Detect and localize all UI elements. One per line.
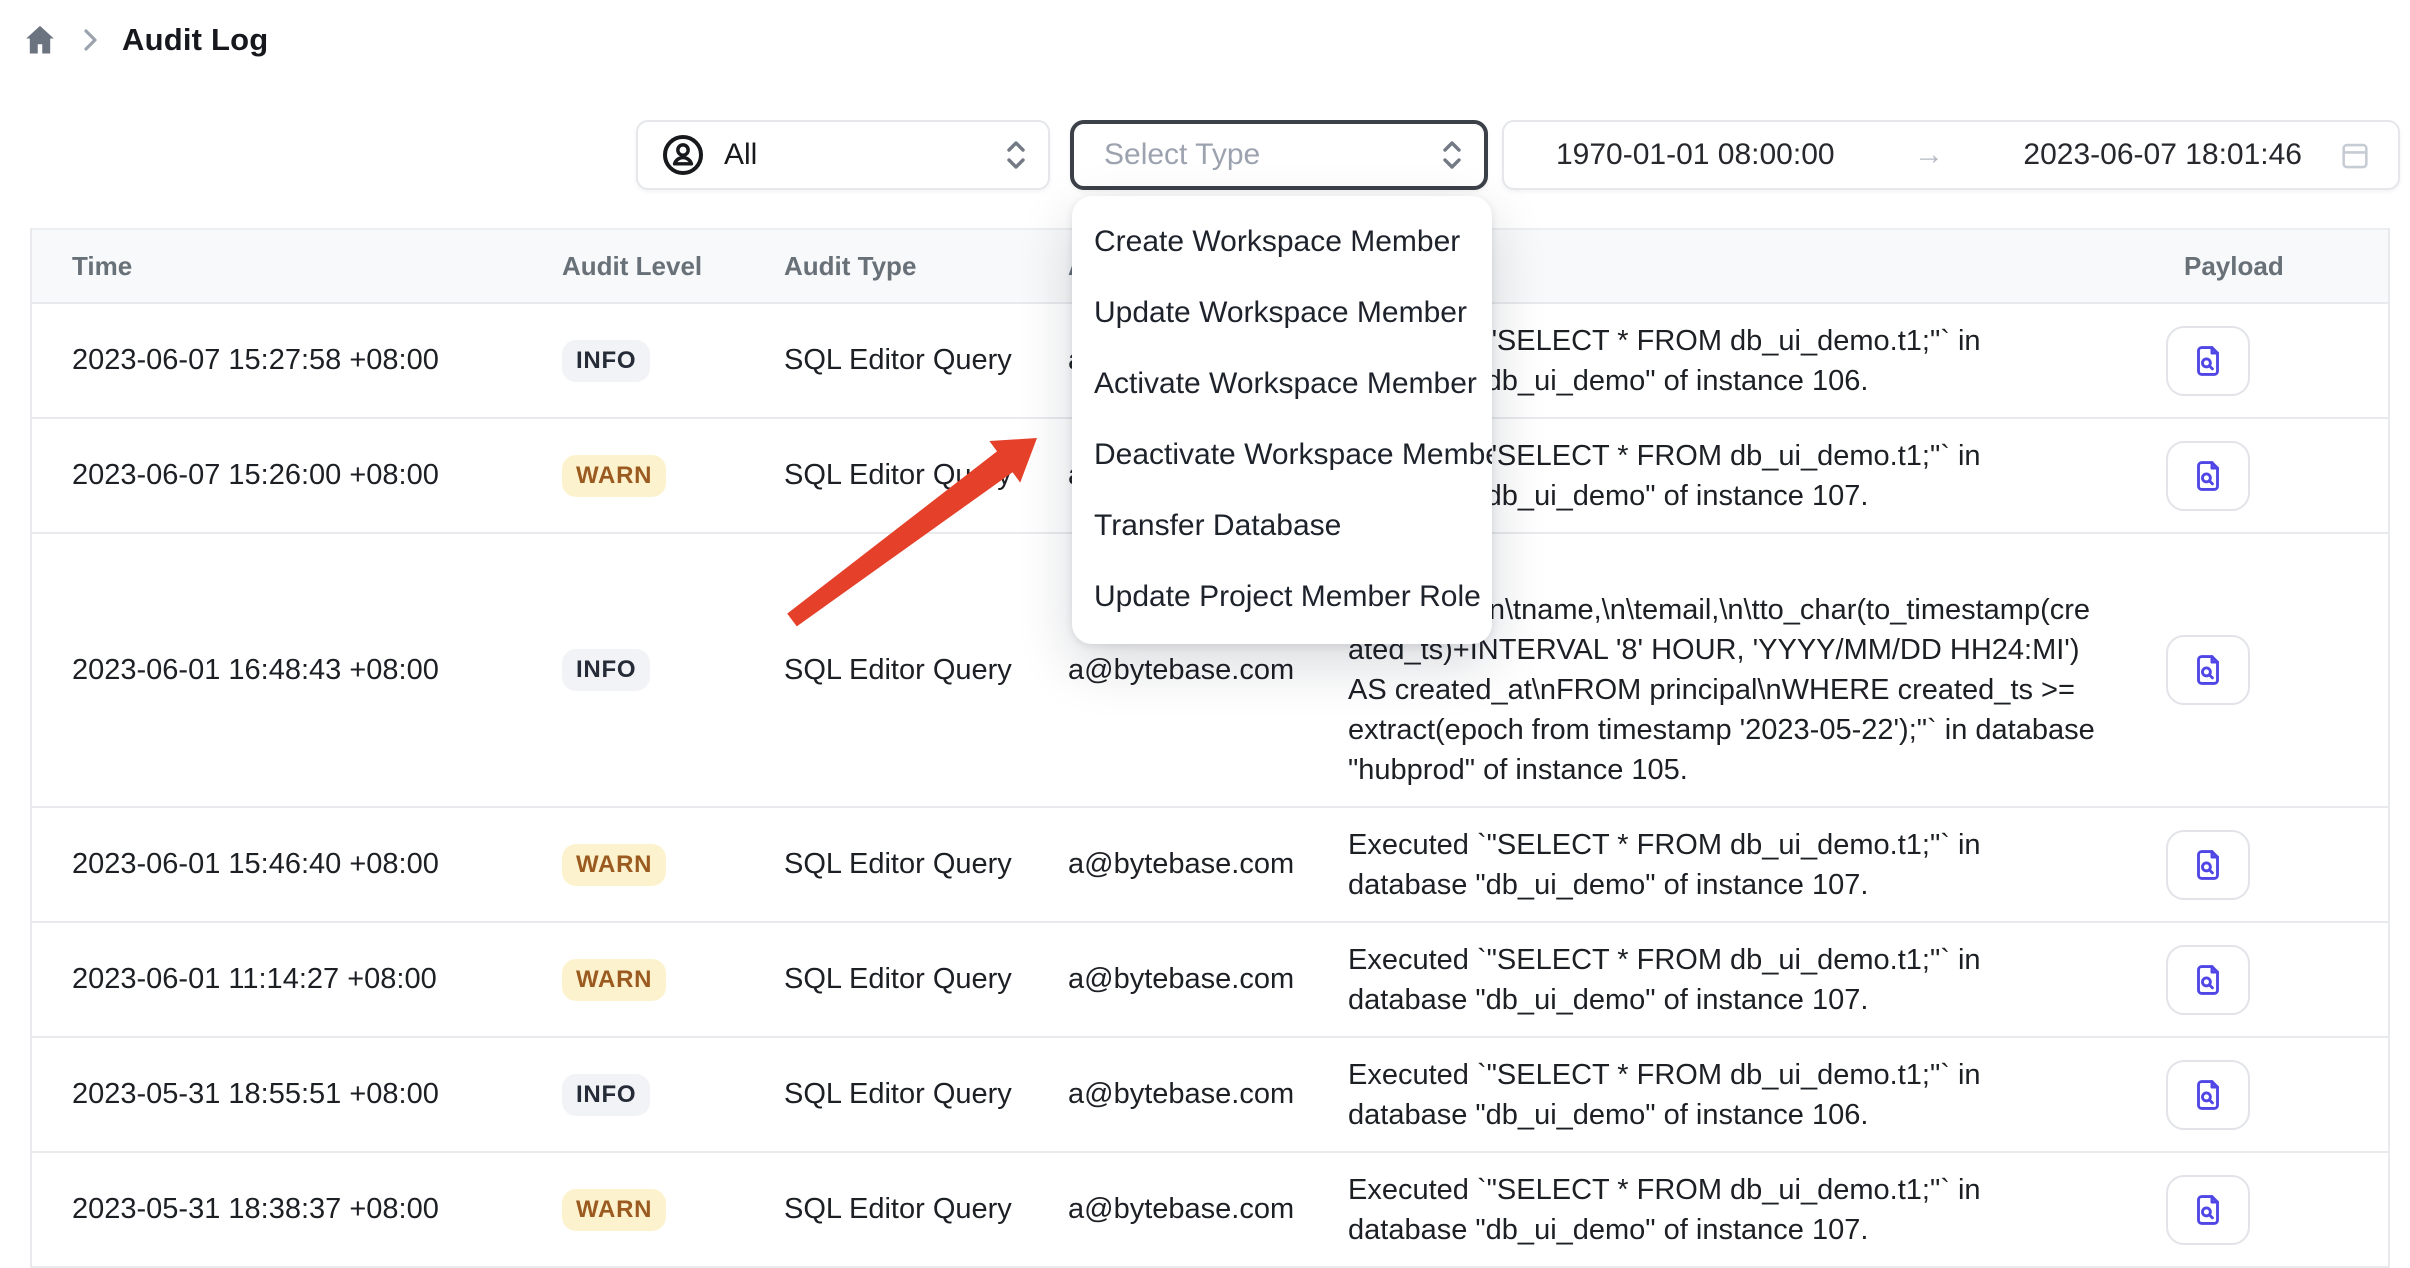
view-payload-button[interactable]: [2166, 441, 2250, 511]
cell-comment: Executed `"SELECT * FROM db_ui_demo.t1;"…: [1348, 809, 2118, 921]
view-payload-button[interactable]: [2166, 326, 2250, 396]
view-payload-button[interactable]: [2166, 635, 2250, 705]
cell-audit-type: SQL Editor Query: [784, 459, 1068, 492]
cell-actor: a@bytebase.com: [1068, 848, 1348, 881]
cell-time: 2023-05-31 18:38:37 +08:00: [72, 1193, 562, 1226]
view-payload-button[interactable]: [2166, 1060, 2250, 1130]
cell-payload: [2118, 945, 2388, 1015]
cell-payload: [2118, 1060, 2388, 1130]
document-search-icon: [2189, 342, 2227, 380]
cell-level: INFO: [562, 1074, 784, 1116]
col-header-payload: Payload: [2118, 251, 2388, 282]
menu-item-deactivate-workspace-member[interactable]: Deactivate Workspace Member: [1072, 419, 1492, 490]
cell-audit-type: SQL Editor Query: [784, 963, 1068, 996]
col-header-time: Time: [72, 251, 562, 282]
date-range-start[interactable]: 1970-01-01 08:00:00: [1556, 138, 1835, 172]
page-title: Audit Log: [122, 22, 268, 58]
cell-time: 2023-06-07 15:27:58 +08:00: [72, 344, 562, 377]
cell-time: 2023-05-31 18:55:51 +08:00: [72, 1078, 562, 1111]
view-payload-button[interactable]: [2166, 1175, 2250, 1245]
audit-level-badge: WARN: [562, 959, 666, 1001]
cell-level: INFO: [562, 340, 784, 382]
date-range-end[interactable]: 2023-06-07 18:01:46: [2023, 138, 2302, 172]
cell-actor: a@bytebase.com: [1068, 654, 1348, 687]
cell-level: INFO: [562, 649, 784, 691]
cell-level: WARN: [562, 1189, 784, 1231]
document-search-icon: [2189, 457, 2227, 495]
cell-level: WARN: [562, 959, 784, 1001]
cell-audit-type: SQL Editor Query: [784, 344, 1068, 377]
audit-level-badge: INFO: [562, 649, 650, 691]
cell-comment: Executed `"SELECT * FROM db_ui_demo.t1;"…: [1348, 924, 2118, 1036]
calendar-icon[interactable]: [2338, 138, 2372, 172]
type-filter-select[interactable]: Select Type: [1070, 120, 1488, 190]
breadcrumb: Audit Log: [22, 22, 268, 58]
menu-item-update-workspace-member[interactable]: Update Workspace Member: [1072, 277, 1492, 348]
view-payload-button[interactable]: [2166, 830, 2250, 900]
cell-comment: Executed `"SELECT * FROM db_ui_demo.t1;"…: [1348, 1039, 2118, 1151]
cell-payload: [2118, 635, 2388, 705]
home-icon[interactable]: [22, 22, 58, 58]
cell-actor: a@bytebase.com: [1068, 963, 1348, 996]
view-payload-button[interactable]: [2166, 945, 2250, 1015]
audit-log-page: Audit Log All Select Type 1970-01-01 08:…: [0, 0, 2410, 1268]
chevron-updown-icon: [1004, 138, 1028, 172]
cell-payload: [2118, 1175, 2388, 1245]
table-row: 2023-05-31 18:55:51 +08:00 INFO SQL Edit…: [32, 1038, 2388, 1153]
user-icon: [660, 132, 706, 178]
document-search-icon: [2189, 1191, 2227, 1229]
cell-actor: a@bytebase.com: [1068, 1078, 1348, 1111]
document-search-icon: [2189, 961, 2227, 999]
cell-audit-type: SQL Editor Query: [784, 654, 1068, 687]
cell-payload: [2118, 830, 2388, 900]
audit-level-badge: INFO: [562, 340, 650, 382]
cell-time: 2023-06-01 11:14:27 +08:00: [72, 963, 562, 996]
type-filter-placeholder: Select Type: [1104, 138, 1440, 172]
table-row: 2023-06-01 11:14:27 +08:00 WARN SQL Edit…: [32, 923, 2388, 1038]
table-row: 2023-05-31 18:38:37 +08:00 WARN SQL Edit…: [32, 1153, 2388, 1268]
cell-payload: [2118, 326, 2388, 396]
menu-item-activate-workspace-member[interactable]: Activate Workspace Member: [1072, 348, 1492, 419]
cell-payload: [2118, 441, 2388, 511]
document-search-icon: [2189, 846, 2227, 884]
document-search-icon: [2189, 1076, 2227, 1114]
col-header-level: Audit Level: [562, 251, 784, 282]
menu-item-transfer-database[interactable]: Transfer Database: [1072, 490, 1492, 561]
user-filter-value: All: [724, 138, 986, 172]
user-filter-select[interactable]: All: [636, 120, 1050, 190]
audit-level-badge: WARN: [562, 844, 666, 886]
cell-actor: a@bytebase.com: [1068, 1193, 1348, 1226]
cell-time: 2023-06-07 15:26:00 +08:00: [72, 459, 562, 492]
document-search-icon: [2189, 651, 2227, 689]
menu-item-create-workspace-member[interactable]: Create Workspace Member: [1072, 206, 1492, 277]
cell-comment: Executed `"SELECT * FROM db_ui_demo.t1;"…: [1348, 1154, 2118, 1266]
breadcrumb-chevron-icon: [80, 26, 100, 54]
audit-level-badge: WARN: [562, 1189, 666, 1231]
date-range-picker[interactable]: 1970-01-01 08:00:00 → 2023-06-07 18:01:4…: [1502, 120, 2400, 190]
cell-time: 2023-06-01 16:48:43 +08:00: [72, 654, 562, 687]
audit-level-badge: WARN: [562, 455, 666, 497]
menu-item-update-project-member[interactable]: Update Project Member Role: [1072, 561, 1492, 632]
col-header-type: Audit Type: [784, 251, 1068, 282]
cell-level: WARN: [562, 455, 784, 497]
chevron-updown-icon: [1440, 138, 1464, 172]
cell-level: WARN: [562, 844, 784, 886]
cell-time: 2023-06-01 15:46:40 +08:00: [72, 848, 562, 881]
table-row: 2023-06-01 15:46:40 +08:00 WARN SQL Edit…: [32, 808, 2388, 923]
audit-level-badge: INFO: [562, 1074, 650, 1116]
type-filter-menu: Create Workspace Member Update Workspace…: [1072, 196, 1492, 644]
cell-audit-type: SQL Editor Query: [784, 1078, 1068, 1111]
arrow-right-icon: →: [1851, 138, 2008, 172]
cell-audit-type: SQL Editor Query: [784, 1193, 1068, 1226]
cell-audit-type: SQL Editor Query: [784, 848, 1068, 881]
